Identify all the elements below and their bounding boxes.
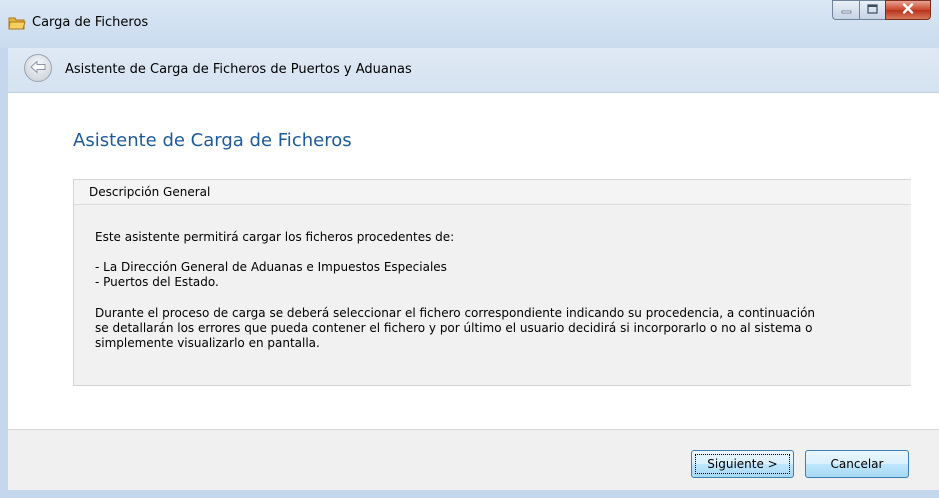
maximize-icon — [867, 3, 878, 17]
caption-buttons — [832, 0, 931, 20]
minimize-icon — [841, 3, 852, 17]
focus-rectangle — [695, 454, 790, 474]
back-button[interactable] — [24, 54, 52, 82]
description-line: Durante el proceso de carga se deberá se… — [95, 306, 816, 320]
list-item: - La Dirección General de Aduanas e Impu… — [95, 260, 447, 274]
description-line: se detallarán los errores que pueda cont… — [95, 321, 813, 335]
list-item: - Puertos del Estado. — [95, 275, 219, 289]
window-frame-left — [0, 48, 8, 498]
maximize-button[interactable] — [859, 0, 885, 20]
group-body: Este asistente permitirá cargar los fich… — [95, 230, 895, 351]
footer-bar — [8, 429, 939, 491]
description-line: simplemente visualizarlo en pantalla. — [95, 336, 320, 350]
cancel-button-label: Cancelar — [830, 457, 884, 471]
page-title: Asistente de Carga de Ficheros — [73, 130, 352, 151]
intro-text: Este asistente permitirá cargar los fich… — [95, 230, 455, 244]
folder-icon — [8, 15, 26, 31]
back-arrow-icon — [30, 59, 46, 77]
minimize-button[interactable] — [832, 0, 859, 20]
next-button[interactable]: Siguiente > — [691, 450, 794, 478]
window-frame-bottom — [0, 490, 939, 498]
wizard-window: Carga de Ficheros Asistente de Carga de … — [0, 0, 939, 498]
wizard-header-title: Asistente de Carga de Ficheros de Puerto… — [65, 62, 412, 77]
close-button[interactable] — [885, 0, 931, 20]
title-bar[interactable]: Carga de Ficheros — [0, 0, 939, 48]
close-icon — [902, 3, 914, 17]
description-group: Descripción General Este asistente permi… — [73, 179, 911, 386]
window-title: Carga de Ficheros — [32, 15, 149, 30]
cancel-button[interactable]: Cancelar — [805, 450, 909, 478]
group-header-label: Descripción General — [89, 185, 211, 199]
group-header: Descripción General — [74, 180, 911, 205]
